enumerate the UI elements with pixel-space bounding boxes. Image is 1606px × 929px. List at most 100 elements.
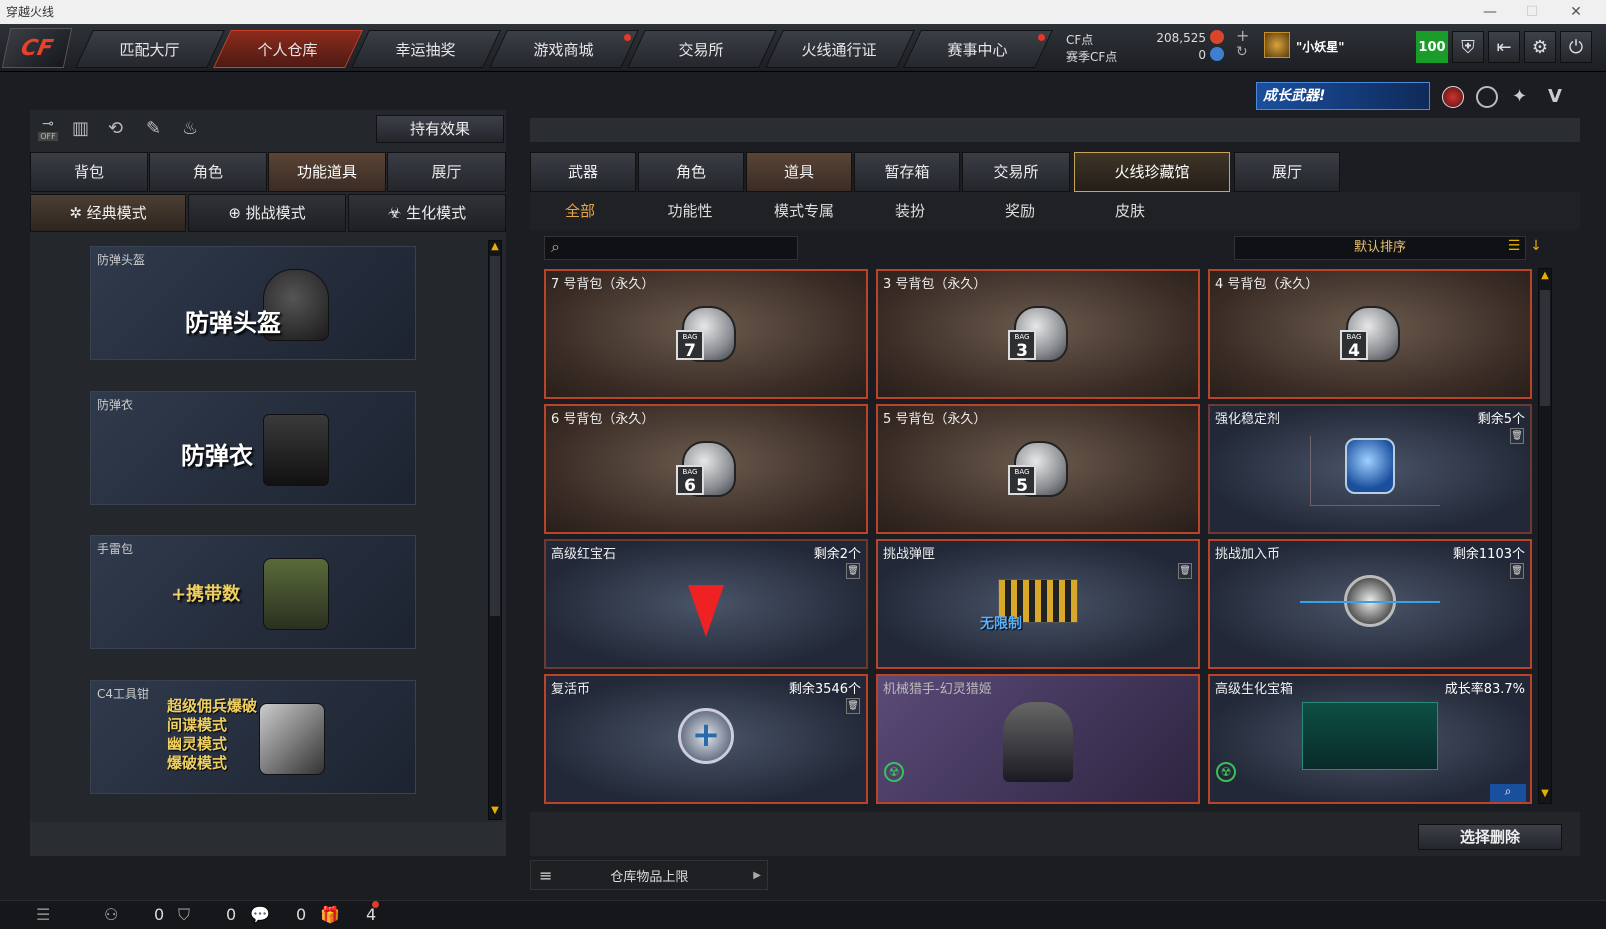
mode-line: 间谍模式 <box>167 716 228 734</box>
exit-door-icon[interactable]: ⇤ <box>1488 31 1520 63</box>
v-logo-icon[interactable]: V <box>1548 86 1572 108</box>
storage-limit-bar[interactable]: ≡ 仓库物品上限 ▶ <box>530 860 768 890</box>
item-card-c4-pliers[interactable]: C4工具钳 超级佣兵爆破 间谍模式 幽灵模式 爆破模式 <box>90 680 416 794</box>
trash-icon[interactable]: 🗑 <box>846 698 860 714</box>
item-card-revive-coin[interactable]: 复活币 剩余3546个 🗑 + <box>544 674 868 804</box>
list-view-icon[interactable]: ☰ <box>1504 238 1524 258</box>
expand-arrow-icon[interactable]: ▶ <box>753 870 761 881</box>
nav-tab-store[interactable]: 游戏商城 <box>489 30 639 68</box>
trash-icon[interactable]: 🗑 <box>1510 428 1524 444</box>
nav-tab-lobby[interactable]: 匹配大厅 <box>75 30 225 68</box>
preview-magnifier-icon[interactable]: ⌕ <box>1490 784 1526 802</box>
trash-icon[interactable]: 🗑 <box>1178 563 1192 579</box>
item-card-challenge-coin[interactable]: 挑战加入币 剩余1103个 🗑 <box>1208 539 1532 669</box>
username[interactable]: "小妖星" <box>1296 38 1345 55</box>
gift-icon[interactable]: 🎁 <box>320 905 340 924</box>
subtab-rewards[interactable]: 奖励 <box>976 200 1064 222</box>
nav-tab-events[interactable]: 赛事中心 <box>903 30 1053 68</box>
mode-classic[interactable]: ✲ 经典模式 <box>30 194 186 232</box>
item-card-bag-5[interactable]: 5 号背包（永久） BAG 5 <box>876 404 1200 534</box>
globe-icon[interactable] <box>1476 86 1498 108</box>
minimize-icon[interactable]: — <box>1470 0 1510 24</box>
refresh-icon[interactable]: ↻ <box>1236 44 1248 60</box>
mode-zombie[interactable]: ☣ 生化模式 <box>348 194 506 232</box>
tool-icon[interactable]: ✎ <box>146 118 161 139</box>
clan-shield-icon[interactable]: ⛉ <box>178 905 190 925</box>
growth-weapon-banner[interactable]: 成长武器! <box>1256 82 1430 110</box>
scroll-down-icon[interactable]: ▼ <box>1538 788 1552 799</box>
tab-collection-hall[interactable]: 火线珍藏馆 <box>1074 152 1230 192</box>
tab-exchange[interactable]: 交易所 <box>962 152 1070 192</box>
subtab-costume[interactable]: 装扮 <box>866 200 954 222</box>
item-card-mech-hunter[interactable]: 机械猎手-幻灵猎姬 ☢ <box>876 674 1200 804</box>
nav-tab-pass[interactable]: 火线通行证 <box>765 30 915 68</box>
select-delete-button[interactable]: 选择删除 <box>1418 824 1562 850</box>
item-count: 剩余2个 <box>813 547 861 562</box>
item-card-bag-3[interactable]: 3 号背包（永久） BAG 3 <box>876 269 1200 399</box>
stats-bars-icon[interactable]: ▥ <box>72 118 89 139</box>
scroll-down-icon[interactable]: ▼ <box>488 805 502 816</box>
window-titlebar: 穿越火线 — ☐ ✕ <box>0 0 1606 24</box>
sort-desc-icon[interactable]: ↓ <box>1526 238 1546 258</box>
scroll-up-icon[interactable]: ▲ <box>1538 270 1552 281</box>
card-text: 防弹头盔 <box>185 309 281 337</box>
item-card-helmet[interactable]: 防弹头盔 防弹头盔 <box>90 246 416 360</box>
tab-character[interactable]: 角色 <box>149 152 267 192</box>
rocket-icon[interactable]: ✦ <box>1512 86 1534 108</box>
tab-functional-items[interactable]: 功能道具 <box>268 152 386 192</box>
subtab-functional[interactable]: 功能性 <box>646 200 734 222</box>
item-card-vest[interactable]: 防弹衣 防弹衣 <box>90 391 416 505</box>
tab-storage-box[interactable]: 暂存箱 <box>854 152 960 192</box>
mode-line: 超级佣兵爆破 <box>167 697 258 715</box>
search-input[interactable] <box>571 239 791 257</box>
subtab-skins[interactable]: 皮肤 <box>1086 200 1174 222</box>
trash-icon[interactable]: 🗑 <box>846 563 860 579</box>
item-card-bio-chest[interactable]: 高级生化宝箱 成长率83.7% ☢ ⌕ <box>1208 674 1532 804</box>
search-box[interactable]: ⌕ <box>544 236 798 260</box>
maximize-icon[interactable]: ☐ <box>1512 0 1552 24</box>
right-scrollbar-thumb[interactable] <box>1540 290 1550 406</box>
cf-logo: CF <box>1 28 73 68</box>
power-icon[interactable]: ⏻ <box>1560 31 1592 63</box>
bag-number: 3 <box>1016 341 1028 361</box>
settings-gear-icon[interactable]: ⚙ <box>1524 31 1556 63</box>
tab-weapons[interactable]: 武器 <box>530 152 636 192</box>
item-card-bag-7[interactable]: 7 号背包（永久） BAG 7 <box>544 269 868 399</box>
mode-challenge[interactable]: ⊕ 挑战模式 <box>188 194 346 232</box>
tab-showroom[interactable]: 展厅 <box>387 152 506 192</box>
effects-button[interactable]: 持有效果 <box>376 115 504 143</box>
nav-tab-lottery[interactable]: 幸运抽奖 <box>351 30 501 68</box>
sort-dropdown[interactable]: 默认排序 <box>1234 236 1526 260</box>
subtab-all[interactable]: 全部 <box>536 200 624 222</box>
nav-tab-warehouse[interactable]: 个人仓库 <box>213 30 363 68</box>
bag-number: 5 <box>1016 476 1028 496</box>
chat-bubble-icon[interactable]: 💬 <box>250 905 270 924</box>
grenade-icon[interactable]: ♨ <box>182 118 198 139</box>
trash-icon[interactable]: 🗑 <box>1510 563 1524 579</box>
item-card-bag-4[interactable]: 4 号背包（永久） BAG 4 <box>1208 269 1532 399</box>
scroll-up-icon[interactable]: ▲ <box>488 241 502 252</box>
badge-icon[interactable] <box>1442 86 1464 108</box>
grenade-pack-icon <box>263 558 329 630</box>
item-card-grenade-pack[interactable]: 手雷包 +携带数 <box>90 535 416 649</box>
item-card-ruby[interactable]: 高级红宝石 剩余2个 🗑 <box>544 539 868 669</box>
nav-tab-label: 匹配大厅 <box>119 41 180 59</box>
shield-icon[interactable]: ⛨ <box>1452 31 1484 63</box>
toggle-off-icon[interactable]: ⊸ OFF <box>34 116 62 144</box>
item-card-stabilizer[interactable]: 强化稳定剂 剩余5个 🗑 <box>1208 404 1532 534</box>
tab-backpack[interactable]: 背包 <box>30 152 148 192</box>
close-icon[interactable]: ✕ <box>1556 0 1596 24</box>
subtab-mode-exclusive[interactable]: 模式专属 <box>756 200 852 222</box>
item-card-challenge-magazine[interactable]: 挑战弹匣 🗑 无限制 <box>876 539 1200 669</box>
tab-showroom-right[interactable]: 展厅 <box>1234 152 1340 192</box>
friends-icon[interactable]: ⚇ <box>104 905 118 924</box>
nav-tab-exchange[interactable]: 交易所 <box>627 30 777 68</box>
item-card-bag-6[interactable]: 6 号背包（永久） BAG 6 <box>544 404 868 534</box>
menu-list-icon[interactable]: ☰ <box>36 905 50 924</box>
tab-items[interactable]: 道具 <box>746 152 852 192</box>
tab-characters[interactable]: 角色 <box>638 152 744 192</box>
left-scrollbar-thumb[interactable] <box>490 256 500 616</box>
add-icon[interactable]: + <box>1236 26 1249 45</box>
history-icon[interactable]: ⟲ <box>108 118 123 139</box>
nav-tab-label: 幸运抽奖 <box>395 41 456 59</box>
